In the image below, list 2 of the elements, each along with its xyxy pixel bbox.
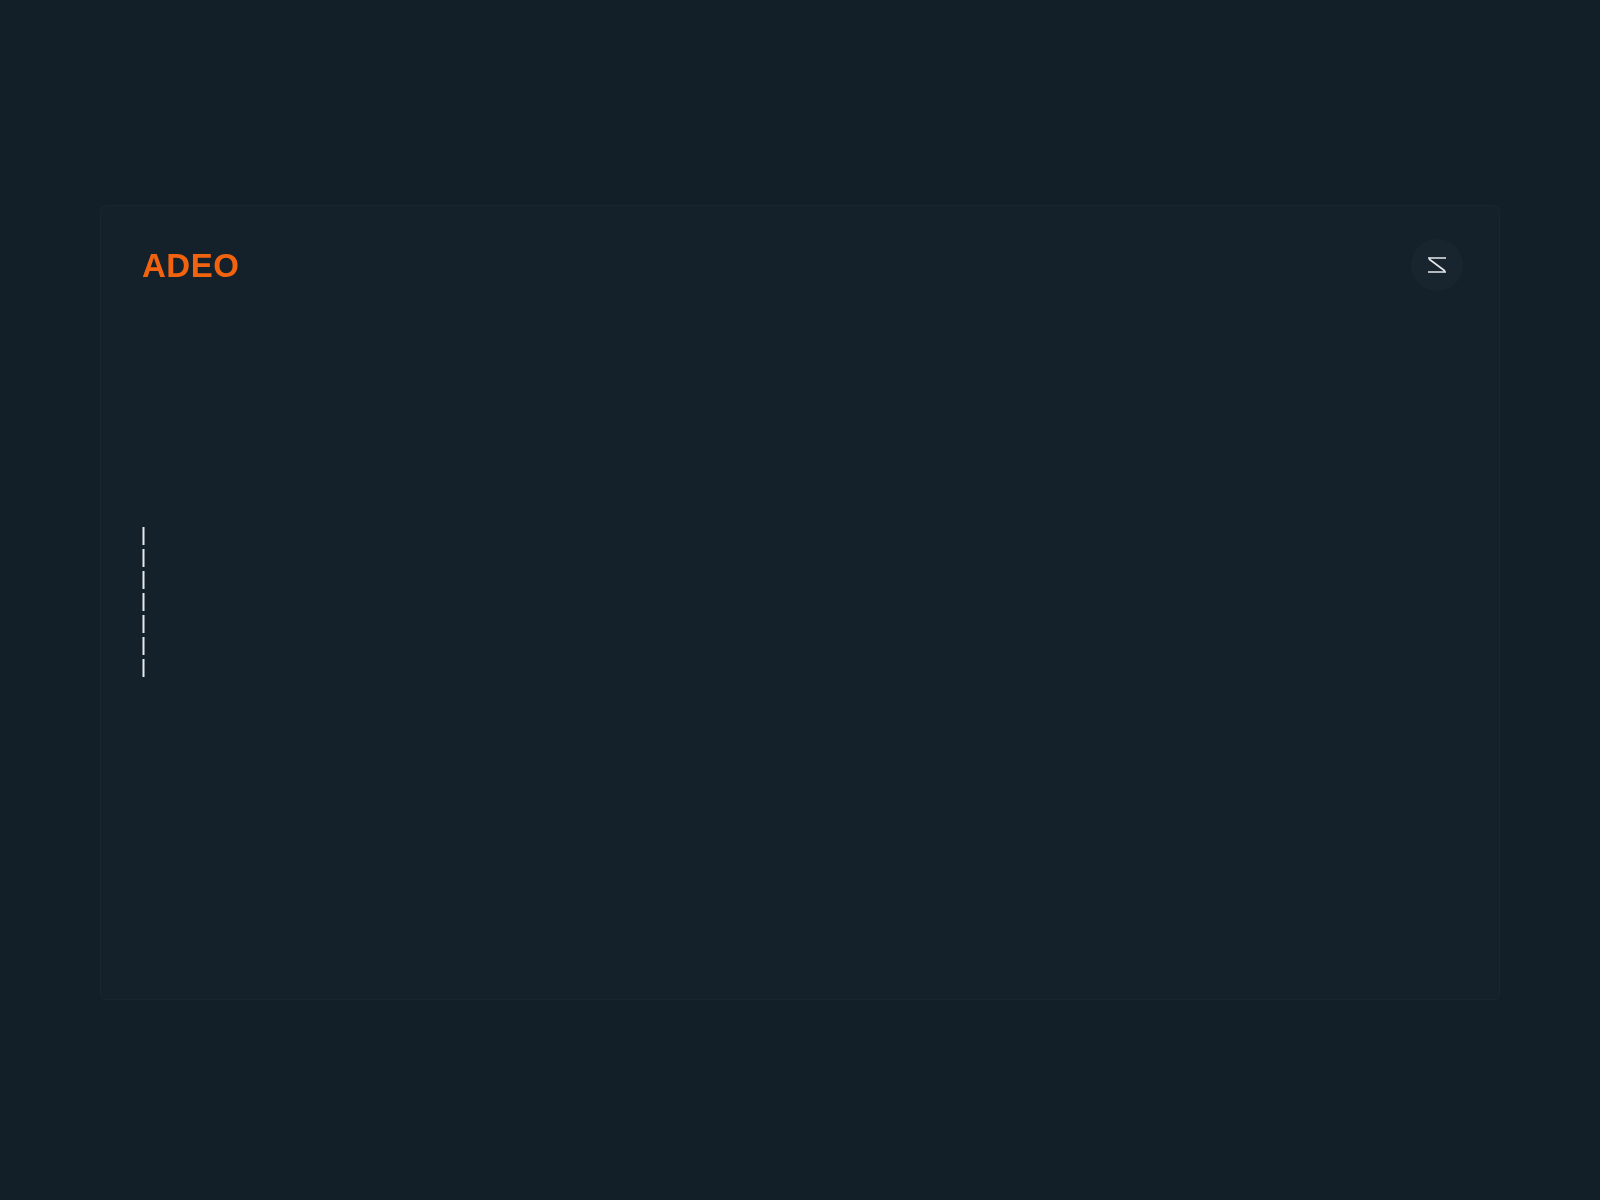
logo[interactable]: ADEO [142,248,240,282]
menu-icon [1426,256,1448,274]
